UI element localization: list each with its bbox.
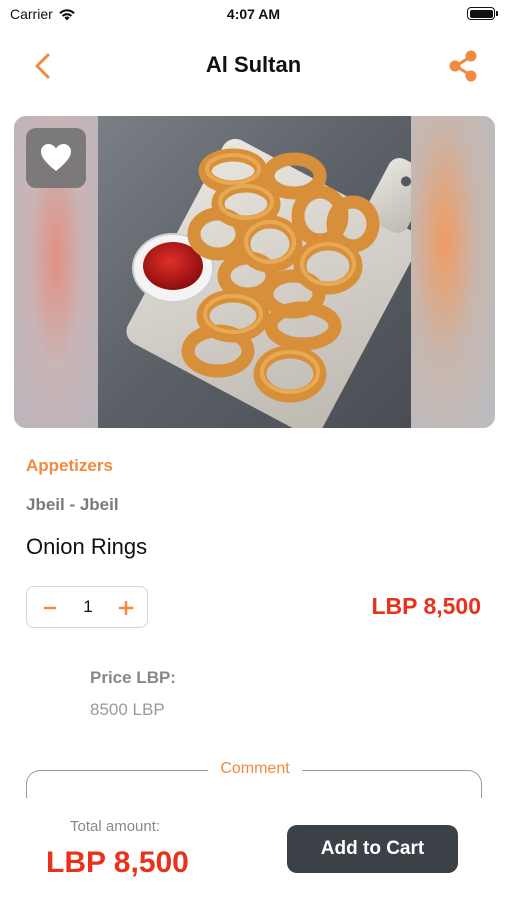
clock: 4:07 AM [226, 6, 281, 22]
product-image-carousel[interactable] [14, 116, 495, 428]
share-button[interactable] [443, 46, 483, 86]
battery-icon [467, 7, 498, 20]
increase-quantity-button[interactable] [111, 593, 141, 623]
quantity-value: 1 [83, 597, 93, 616]
quantity-stepper: 1 [26, 586, 148, 628]
product-name: Onion Rings [26, 534, 148, 559]
decrease-quantity-button[interactable] [35, 593, 65, 623]
product-location: Jbeil - Jbeil [26, 495, 119, 514]
comment-legend: Comment [27, 760, 483, 778]
image-blur-right [411, 116, 495, 428]
product-category: Appetizers [26, 456, 113, 475]
price-value: 8500 LBP [90, 700, 165, 719]
plus-icon [118, 600, 134, 616]
share-icon [449, 50, 477, 82]
total-amount-value: LBP 8,500 [46, 846, 189, 879]
heart-icon [41, 144, 71, 171]
product-price: LBP 8,500 [371, 593, 481, 619]
status-bar: Carrier 4:07 AM [0, 0, 507, 28]
minus-icon [43, 606, 57, 610]
comment-label: Comment [208, 760, 302, 777]
product-photo [98, 116, 411, 428]
checkout-bar: Total amount: LBP 8,500 Add to Cart [0, 798, 507, 900]
add-to-cart-button[interactable]: Add to Cart [287, 825, 458, 873]
price-label: Price LBP: [90, 668, 176, 687]
total-amount-label: Total amount: [70, 818, 161, 835]
page-title: Al Sultan [205, 52, 302, 77]
favorite-button[interactable] [26, 128, 86, 188]
nav-bar: Al Sultan [0, 40, 507, 90]
